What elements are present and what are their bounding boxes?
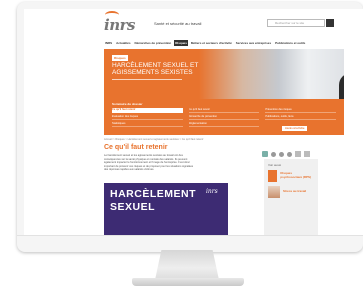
photo-person-body xyxy=(339,73,344,99)
paragraph-line: des réponses rapides aux salariés victim… xyxy=(104,168,155,172)
nav-item-publications[interactable]: Publications et outils xyxy=(274,40,306,46)
share-toolbar xyxy=(262,151,310,157)
summary-link[interactable]: Réglementation xyxy=(188,122,260,127)
summary-link[interactable]: Statistiques xyxy=(112,122,183,127)
monitor-stand-neck xyxy=(155,250,219,280)
nav-item-actualites[interactable]: Actualités xyxy=(115,40,131,46)
title-divider xyxy=(112,79,182,80)
see-also-heading: Voir aussi xyxy=(268,163,282,167)
logo-arc-icon xyxy=(105,11,119,19)
summary-link[interactable]: Démarche de prévention xyxy=(188,115,260,120)
promo-title-line: HARCÈLEMENT xyxy=(110,188,196,200)
see-also-card[interactable]: Risques psychosociaux (RPS) xyxy=(268,170,314,182)
see-also-panel: Voir aussi Risques psychosociaux (RPS) S… xyxy=(264,159,318,235)
monitor-stand-base xyxy=(132,278,244,286)
nav-item-metiers[interactable]: Métiers et secteurs d'activité xyxy=(190,40,233,46)
font-size-icon[interactable] xyxy=(304,151,310,157)
monitor-frame: inrs Santé et sécurité au travail ⌕ Rech… xyxy=(17,2,363,252)
nav-item-risques[interactable]: Risques xyxy=(174,40,188,46)
summary-heading: Sommaire du dossier xyxy=(112,102,143,106)
mail-icon[interactable] xyxy=(279,151,284,157)
share-icon[interactable] xyxy=(262,151,268,157)
card-thumbnail xyxy=(268,170,278,182)
hero-banner: Risques Harcèlement sexuel et agissement… xyxy=(104,49,344,135)
hero-eyebrow: Risques xyxy=(112,55,128,61)
summary-cta-button[interactable]: Accès à la fiche xyxy=(282,126,308,131)
search-input[interactable]: Rechercher sur le site xyxy=(267,19,325,27)
print-icon[interactable] xyxy=(271,151,276,157)
section-title: Ce qu'il faut retenir xyxy=(104,144,168,151)
main-nav: INRS Actualités Démarches de prévention … xyxy=(104,39,344,47)
summary-link[interactable]: Evaluation des risques xyxy=(112,115,183,120)
breadcrumb[interactable]: Accueil > Risques > Harcèlement sexuel e… xyxy=(104,138,203,141)
inrs-logo[interactable]: inrs xyxy=(104,11,152,34)
see-also-card[interactable]: Stress au travail xyxy=(268,186,314,198)
card-label: Stress au travail xyxy=(283,189,307,194)
promo-card[interactable]: HARCÈLEMENT SEXUEL inrs xyxy=(104,183,228,235)
search-button[interactable] xyxy=(326,19,334,27)
summary-link[interactable]: Ce qu'il faut retenir xyxy=(112,108,183,113)
monitor-screen: inrs Santé et sécurité au travail ⌕ Rech… xyxy=(24,9,363,235)
nav-item-inrs[interactable]: INRS xyxy=(104,40,113,46)
card-label: Risques psychosociaux (RPS) xyxy=(280,171,312,179)
promo-logo: inrs xyxy=(206,188,218,195)
download-icon[interactable] xyxy=(287,151,292,157)
summary-links: Ce qu'il faut retenir Ce qu'il faut savo… xyxy=(112,108,336,127)
font-size-icon[interactable] xyxy=(295,151,301,157)
nav-item-demarches[interactable]: Démarches de prévention xyxy=(134,40,173,46)
dossier-summary: Sommaire du dossier Ce qu'il faut reteni… xyxy=(104,99,344,135)
monitor-chin-divider xyxy=(17,235,363,236)
summary-link[interactable]: Publications, outils, liens xyxy=(265,115,336,120)
promo-title: HARCÈLEMENT SEXUEL xyxy=(110,188,196,214)
site-tagline: Santé et sécurité au travail xyxy=(154,21,202,26)
site-header: inrs Santé et sécurité au travail ⌕ Rech… xyxy=(24,9,363,37)
intro-paragraph: Le harcèlement sexuel et les agissements… xyxy=(104,154,224,172)
promo-title-line: SEXUEL xyxy=(110,201,156,213)
card-thumbnail xyxy=(268,186,280,198)
page-title: Harcèlement sexuel et agissements sexist… xyxy=(112,62,199,76)
summary-link[interactable]: Ce qu'il faut savoir xyxy=(188,108,260,113)
summary-link[interactable]: Prévention des risques xyxy=(265,108,336,113)
nav-item-services[interactable]: Services aux entreprises xyxy=(235,40,272,46)
